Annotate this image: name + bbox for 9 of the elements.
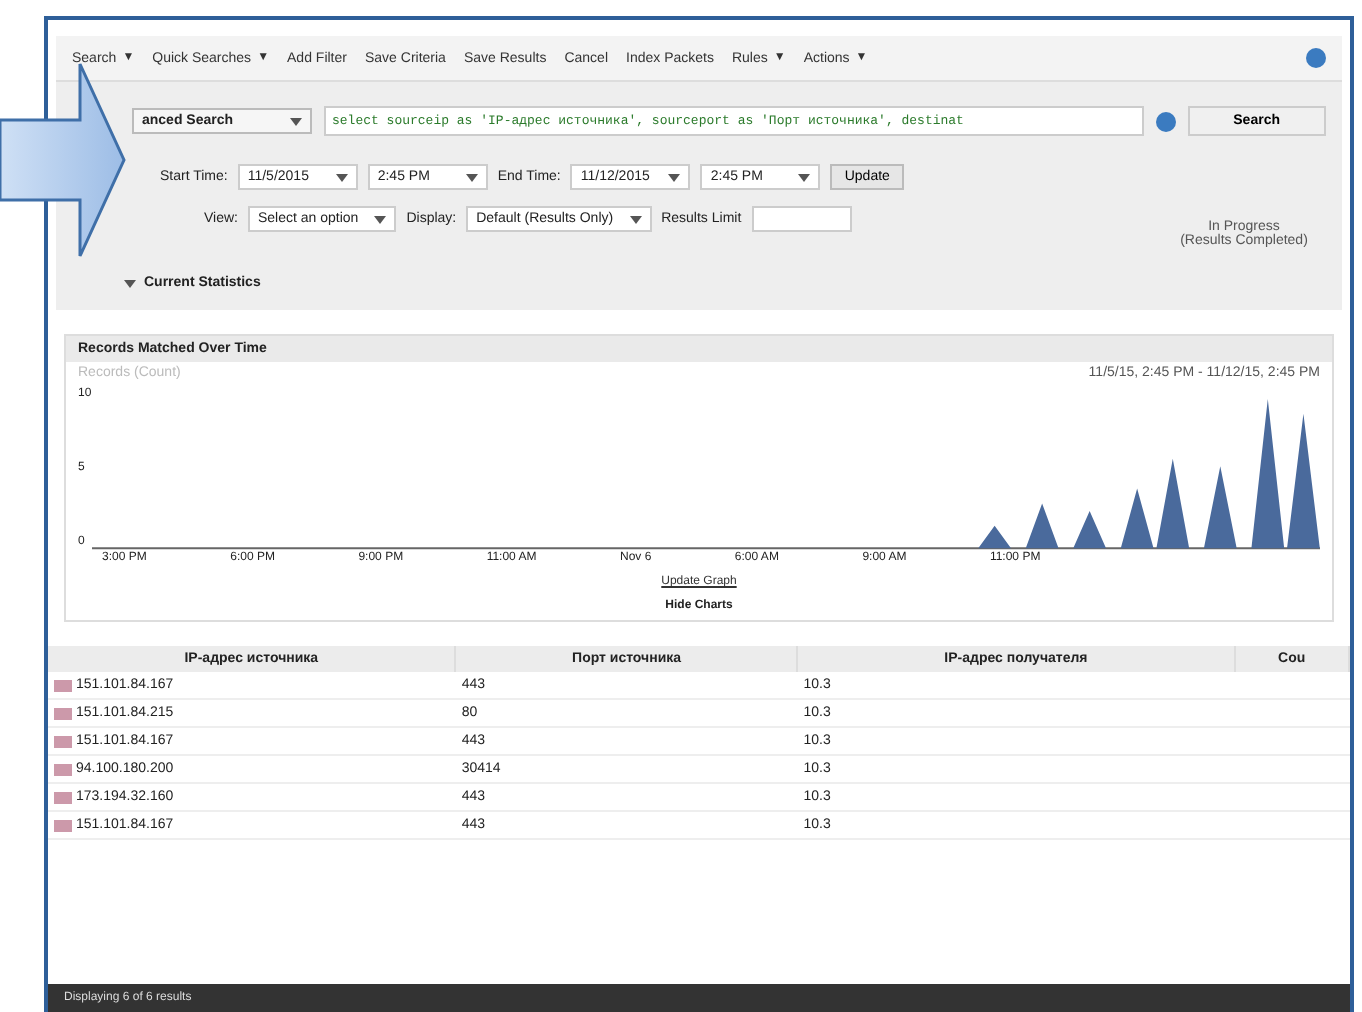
expand-icon[interactable] [124,277,136,289]
dropdown-arrow-icon[interactable] [290,117,302,125]
dropdown-arrow-icon[interactable] [374,215,387,223]
dropdown-arrow-icon[interactable] [668,173,681,181]
dropdown-arrow-icon[interactable] [335,173,348,181]
dropdown-arrow-icon[interactable] [465,173,478,181]
dropdown-arrow-icon[interactable] [629,215,642,223]
limit-field[interactable] [751,206,852,232]
dropdown-arrow-icon[interactable] [798,173,811,181]
